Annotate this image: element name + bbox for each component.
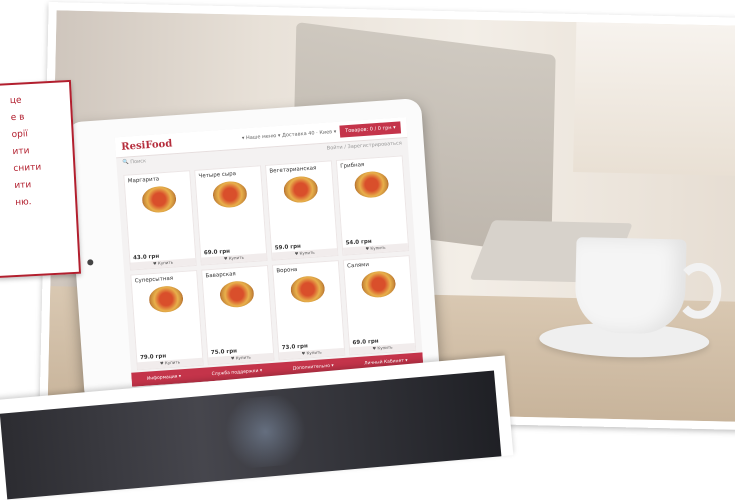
pizza-card[interactable]: Салями 69.0 грн ♥ Купить — [342, 255, 417, 356]
delivery-link[interactable]: Доставка 40 · Киев ▾ — [282, 129, 337, 139]
tablet-screen: ResiFood ▾ Наше меню ▾ Доставка 40 · Кие… — [114, 117, 424, 387]
pizza-name: Салями — [347, 261, 370, 270]
pizza-image — [289, 275, 326, 304]
pizza-card[interactable]: Вегетарианская 59.0 грн ♥ Купить — [264, 160, 339, 261]
text-note-card: це е в орії ити снити ити ню. — [0, 79, 82, 279]
pizza-name: Вегетарианская — [269, 165, 317, 175]
cart-button[interactable]: Товаров: 0 / 0 грн ▾ — [339, 121, 402, 138]
pizza-image — [282, 175, 319, 204]
window-light — [573, 22, 735, 176]
pizza-card[interactable]: Баварская 75.0 грн ♥ Купить — [201, 264, 275, 366]
pizza-image — [353, 170, 389, 199]
search-input[interactable]: 🔍 Поиск — [122, 158, 146, 171]
search-placeholder: Поиск — [130, 158, 147, 166]
pizza-card[interactable]: Суперсытная 79.0 грн ♥ Купить — [130, 269, 204, 371]
pizza-image — [147, 285, 184, 314]
pizza-image — [360, 270, 396, 299]
pizza-card[interactable]: Маргарита 43.0 грн ♥ Купить — [123, 170, 197, 271]
pizza-grid: Маргарита 43.0 грн ♥ Купить Четыре сыра 69.… — [117, 153, 422, 373]
footer-info-link[interactable]: Информация ▾ — [147, 374, 182, 381]
pizza-card[interactable]: Четыре сыра 69.0 грн ♥ Купить — [194, 165, 268, 266]
tablet-camera-icon — [87, 259, 94, 266]
pizza-image — [211, 180, 248, 209]
menu-link[interactable]: ▾ Наше меню ▾ — [242, 133, 281, 142]
pizza-name: Суперсытная — [134, 275, 174, 285]
pizza-name: Четыре сыра — [198, 170, 237, 180]
note-line: ню. — [14, 197, 32, 209]
pizza-name: Баварская — [205, 271, 237, 280]
pizza-card[interactable]: Ворона 73.0 грн ♥ Купить — [271, 260, 346, 361]
coffee-cup — [574, 237, 687, 335]
app-logo[interactable]: ResiFood — [121, 138, 173, 153]
footer-extra-link[interactable]: Дополнительно ▾ — [293, 363, 334, 371]
photo-highlight — [217, 392, 314, 471]
pizza-image — [218, 280, 255, 309]
pizza-name: Маргарита — [127, 176, 160, 185]
pizza-name: Грибная — [340, 162, 365, 170]
tablet-device: ResiFood ▾ Наше меню ▾ Доставка 40 · Кие… — [65, 97, 441, 407]
pizza-card[interactable]: Грибная 54.0 грн ♥ Купить — [335, 155, 410, 256]
pizza-image — [140, 185, 177, 214]
footer-support-link[interactable]: Служба поддержки ▾ — [211, 368, 262, 377]
pizza-name: Ворона — [276, 266, 298, 275]
